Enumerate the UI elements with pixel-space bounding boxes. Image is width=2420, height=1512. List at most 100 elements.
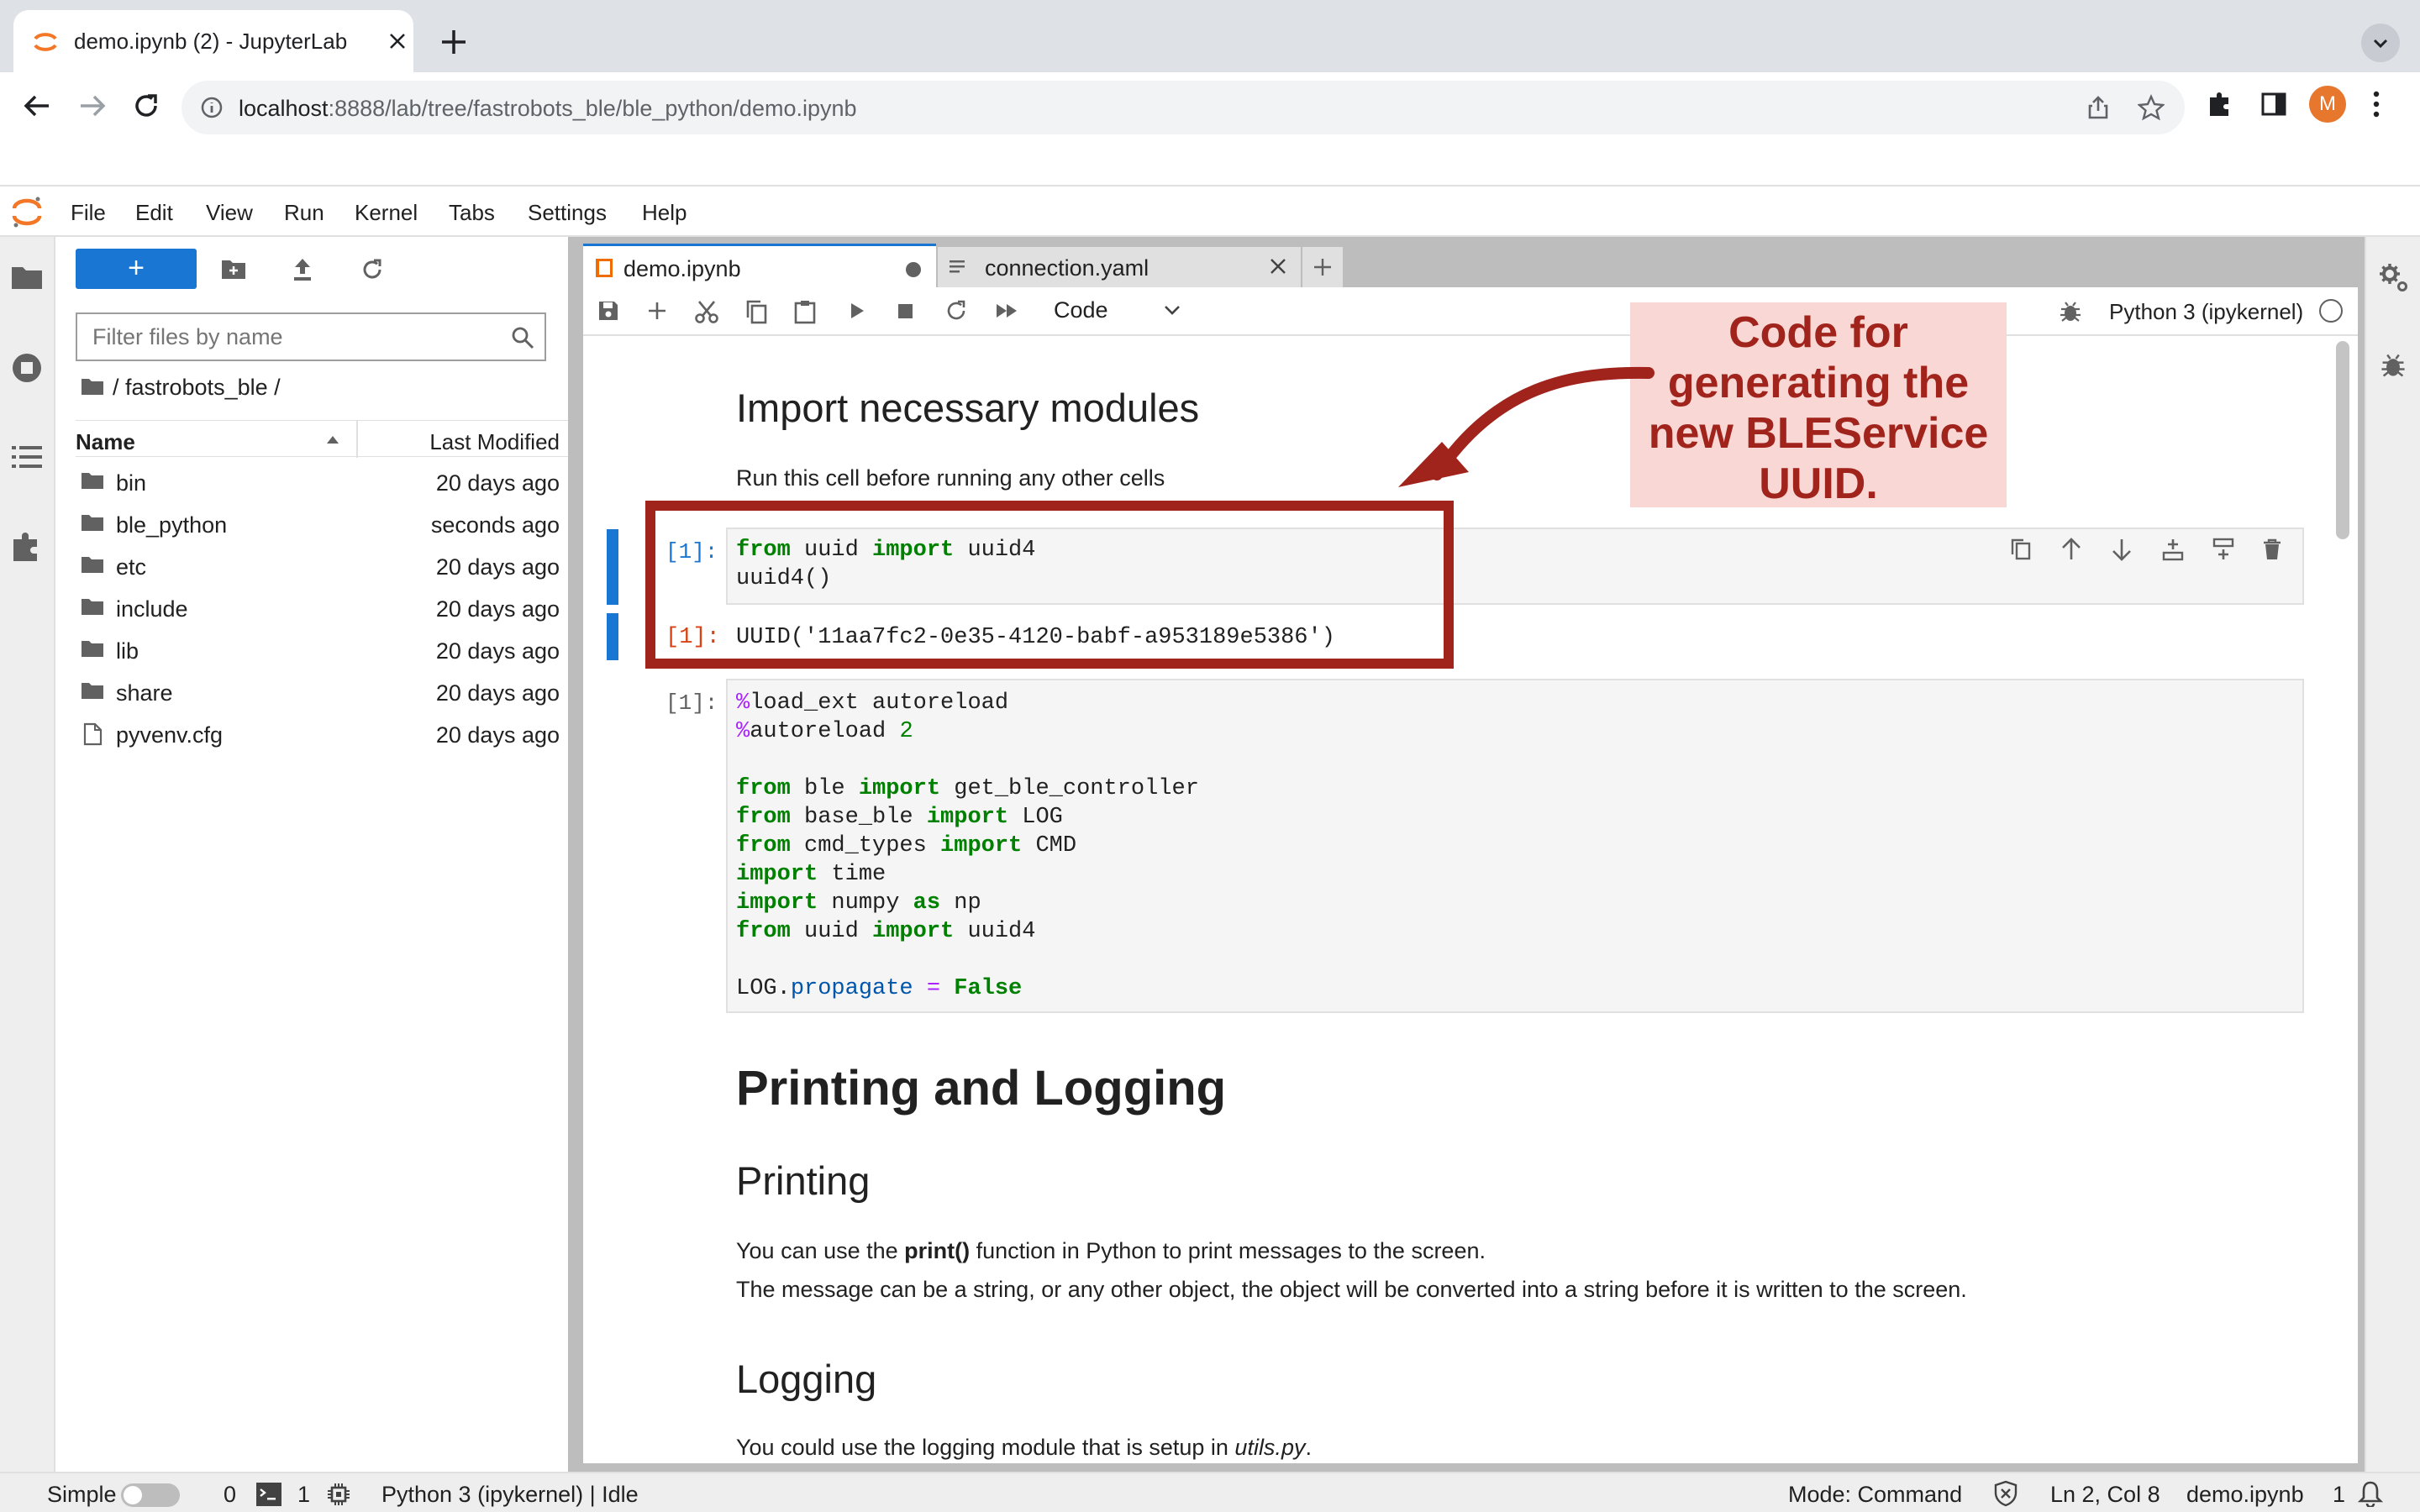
- file-row[interactable]: lib 20 days ago: [76, 628, 568, 670]
- kernel-status[interactable]: Python 3 (ipykernel) | Idle: [381, 1482, 639, 1508]
- right-sidebar: [2365, 237, 2420, 1472]
- insert-above-icon[interactable]: [2161, 538, 2185, 561]
- column-modified-header[interactable]: Last Modified: [429, 429, 560, 455]
- interrupt-stop-icon[interactable]: [896, 299, 916, 323]
- code-imports-source[interactable]: %load_ext autoreload %autoreload 2 from …: [736, 689, 1199, 1003]
- menu-kernel[interactable]: Kernel: [355, 200, 418, 226]
- folder-icon[interactable]: [81, 376, 104, 396]
- new-tab-plus-icon[interactable]: [437, 25, 471, 59]
- cell-collapser-output[interactable]: [607, 613, 618, 660]
- menu-tabs[interactable]: Tabs: [449, 200, 495, 226]
- kernel-name-button[interactable]: Python 3 (ipykernel): [2109, 299, 2303, 325]
- heading-printing: Printing: [736, 1158, 871, 1203]
- extensions-puzzle-icon[interactable]: [2205, 89, 2235, 119]
- menu-help[interactable]: Help: [642, 200, 687, 226]
- restart-kernel-icon[interactable]: [944, 299, 968, 323]
- tab-connection-yaml[interactable]: connection.yaml: [938, 247, 1301, 287]
- cursor-position[interactable]: Ln 2, Col 8: [2050, 1482, 2160, 1508]
- file-row[interactable]: ble_python seconds ago: [76, 502, 568, 544]
- move-up-arrow-icon[interactable]: [2060, 538, 2082, 561]
- terminal-icon[interactable]: [255, 1482, 282, 1507]
- new-folder-icon[interactable]: [220, 257, 247, 281]
- site-info-icon[interactable]: [200, 96, 224, 119]
- extension-manager-puzzle-icon[interactable]: [10, 529, 44, 563]
- panel-resize-handle[interactable]: [568, 237, 580, 1472]
- save-icon[interactable]: [597, 299, 620, 323]
- column-resize-handle[interactable]: [356, 421, 358, 458]
- property-inspector-gear-icon[interactable]: [2378, 262, 2410, 294]
- address-bar[interactable]: localhost:8888/lab/tree/fastrobots_ble/b…: [182, 81, 2185, 134]
- bookmark-star-icon[interactable]: [2138, 94, 2165, 121]
- file-row[interactable]: pyvenv.cfg 20 days ago: [76, 712, 568, 754]
- folder-icon: [81, 638, 104, 659]
- menu-edit[interactable]: Edit: [135, 200, 173, 226]
- simple-mode-toggle[interactable]: [121, 1483, 180, 1507]
- terminals-count[interactable]: 0: [224, 1482, 236, 1508]
- tab-search-chevron-down-icon[interactable]: [2361, 24, 2400, 62]
- running-stop-icon[interactable]: [10, 351, 44, 385]
- file-row[interactable]: include 20 days ago: [76, 586, 568, 628]
- text-file-icon: [948, 257, 966, 277]
- input-prompt: [1]:: [666, 690, 718, 716]
- notification-bell-icon[interactable]: [2358, 1480, 2383, 1507]
- run-cell-play-icon[interactable]: [847, 299, 867, 323]
- menu-file[interactable]: File: [71, 200, 106, 226]
- unsaved-dot-icon[interactable]: [906, 262, 921, 277]
- more-vertical-icon[interactable]: [2371, 89, 2381, 119]
- add-tab-plus-icon[interactable]: [1302, 247, 1343, 287]
- browser-tab[interactable]: demo.ipynb (2) - JupyterLab: [13, 10, 413, 72]
- folder-icon: [81, 554, 104, 575]
- side-panel-icon[interactable]: [2260, 91, 2287, 118]
- filter-files-field[interactable]: [76, 312, 546, 361]
- reload-icon[interactable]: [129, 89, 163, 123]
- close-icon[interactable]: [1269, 257, 1287, 276]
- delete-trash-icon[interactable]: [2262, 538, 2282, 561]
- tab-demo-ipynb[interactable]: demo.ipynb: [583, 244, 936, 287]
- cpu-chip-icon[interactable]: [326, 1482, 351, 1507]
- notebook-mode[interactable]: Mode: Command: [1788, 1482, 1962, 1508]
- file-row[interactable]: etc 20 days ago: [76, 544, 568, 586]
- folder-icon[interactable]: [10, 262, 44, 292]
- sort-ascending-icon[interactable]: [326, 434, 339, 444]
- run-all-fast-forward-icon[interactable]: [995, 299, 1020, 323]
- upload-icon[interactable]: [291, 257, 314, 282]
- refresh-icon[interactable]: [360, 257, 385, 282]
- trusted-shield-icon[interactable]: [1993, 1480, 2018, 1507]
- share-icon[interactable]: [2086, 94, 2111, 121]
- menu-view[interactable]: View: [206, 200, 253, 226]
- table-of-contents-icon[interactable]: [10, 442, 44, 472]
- close-icon[interactable]: [387, 30, 408, 52]
- menu-settings[interactable]: Settings: [528, 200, 607, 226]
- notebook-scrollbar[interactable]: [2336, 341, 2349, 539]
- forward-arrow-icon[interactable]: [76, 89, 109, 123]
- menu-run[interactable]: Run: [284, 200, 324, 226]
- jupyter-favicon-icon: [32, 29, 59, 55]
- copy-icon[interactable]: [744, 299, 768, 324]
- insert-cell-plus-icon[interactable]: [645, 299, 669, 323]
- paste-clipboard-icon[interactable]: [793, 299, 817, 324]
- file-row[interactable]: bin 20 days ago: [76, 460, 568, 502]
- kernels-count[interactable]: 1: [297, 1482, 310, 1508]
- column-name-header[interactable]: Name: [76, 429, 135, 455]
- duplicate-cell-icon[interactable]: [2010, 538, 2032, 561]
- debugger-bug-icon[interactable]: [2380, 351, 2407, 380]
- new-launcher-button[interactable]: +: [76, 249, 197, 289]
- chevron-down-icon[interactable]: [1163, 304, 1181, 318]
- notification-count[interactable]: 1: [2333, 1482, 2345, 1508]
- filter-files-input[interactable]: [77, 314, 481, 360]
- cell-type-select[interactable]: Code: [1054, 297, 1108, 323]
- file-row[interactable]: share 20 days ago: [76, 670, 568, 712]
- insert-below-icon[interactable]: [2212, 538, 2235, 561]
- search-icon: [511, 326, 534, 349]
- cut-scissors-icon[interactable]: [694, 299, 719, 324]
- debugger-bug-icon[interactable]: [2059, 299, 2082, 324]
- simple-mode-label: Simple: [47, 1482, 117, 1507]
- move-down-arrow-icon[interactable]: [2111, 538, 2133, 561]
- breadcrumb-path[interactable]: / fastrobots_ble /: [113, 375, 281, 401]
- cell-collapser-input[interactable]: [607, 529, 618, 605]
- jupyter-logo-icon: [10, 195, 44, 228]
- back-arrow-icon[interactable]: [20, 89, 54, 123]
- printing-text: You can use the print() function in Pyth…: [736, 1238, 1486, 1263]
- file-browser-panel: + / fastrobots_ble / Name Last Modified …: [55, 237, 568, 1472]
- profile-avatar[interactable]: M: [2309, 86, 2346, 123]
